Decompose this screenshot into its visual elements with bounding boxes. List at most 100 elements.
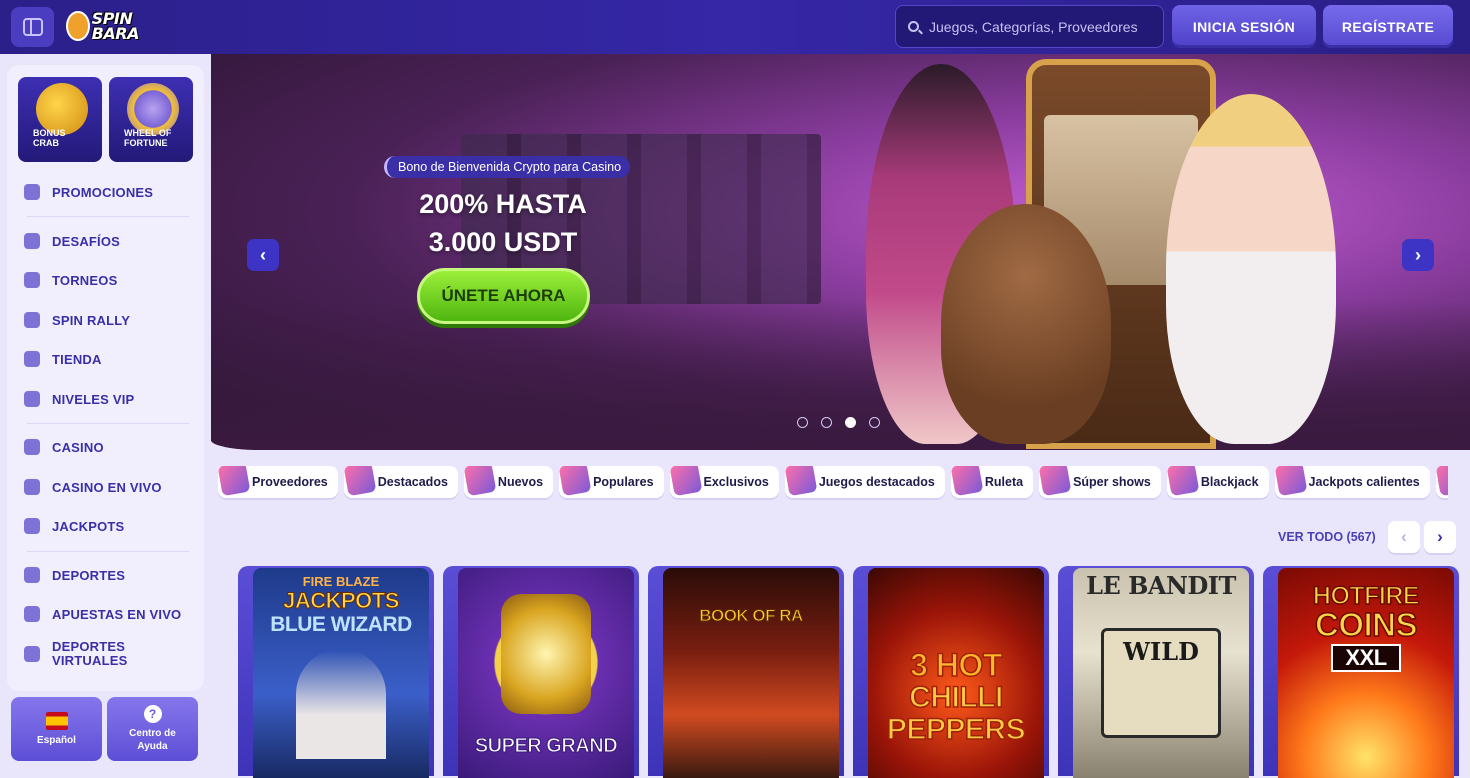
microphone-icon [1038,466,1072,497]
category-bar: Proveedores Destacados Nuevos Populares … [218,466,1448,500]
challenge-icon [24,233,40,249]
game-thumbnail: FIRE BLAZE JACKPOTS BLUE WIZARD [253,568,429,778]
slots-icon [1435,466,1448,497]
chip-icon [784,466,818,497]
lightning-icon [463,466,497,497]
crown-icon [343,466,377,497]
roulette-icon [950,466,984,497]
game-thumbnail: 3 HOT CHILLI PEPPERS [868,568,1044,778]
game-thumbnail: SUPER GRAND [458,568,634,778]
sidebar-toggle-button[interactable] [11,7,54,47]
carousel-dot[interactable] [821,417,832,428]
games-next-button[interactable]: › [1424,521,1456,553]
category-super-shows[interactable]: Súper shows [1038,466,1161,498]
fire-icon [558,466,592,497]
help-center-button[interactable]: ? Centro de Ayuda [107,697,198,761]
sidebar-item-jackpots[interactable]: JACKPOTS [24,518,124,534]
sidebar-item-tienda[interactable]: TIENDA [24,351,102,367]
sidebar-item-casino[interactable]: CASINO [24,439,104,455]
search-icon [908,21,919,32]
game-card[interactable]: 3 HOT CHILLI PEPPERS [853,566,1049,778]
train-illustration [501,594,591,714]
logo-text: SPIN BARA [91,9,140,43]
divider [27,216,189,217]
search-placeholder: Juegos, Categorías, Proveedores [929,18,1138,35]
trophy-icon [24,272,40,288]
category-nuevos[interactable]: Nuevos [463,466,554,498]
help-icon: ? [143,705,162,723]
category-blackjack[interactable]: Blackjack [1166,466,1269,498]
tile-label: WHEEL OF FORTUNE [124,128,172,148]
carousel-dot[interactable] [797,417,808,428]
sidebar: BONUS CRAB WHEEL OF FORTUNE PROMOCIONES DE… [7,65,204,691]
bonus-crab-tile[interactable]: BONUS CRAB [18,77,102,162]
chevron-right-icon: › [1415,244,1421,265]
chevron-right-icon: › [1437,527,1443,546]
sidebar-item-niveles-vip[interactable]: NIVELES VIP [24,391,134,407]
logo[interactable]: SPIN BARA [66,6,162,46]
divider [27,551,189,552]
game-card[interactable]: BOOK OF RA [648,566,844,778]
hero-prev-button[interactable]: ‹ [247,239,279,271]
game-card[interactable]: SUPER GRAND [443,566,639,778]
chip-icon [24,479,40,495]
wheel-of-fortune-tile[interactable]: WHEEL OF FORTUNE [109,77,193,162]
game-thumbnail: HOTFIRE COINS XXL [1278,568,1454,778]
game-thumbnail: LE BANDIT WILD [1073,568,1249,778]
game-card[interactable]: LE BANDIT WILD [1058,566,1254,778]
game-thumbnail: BOOK OF RA [663,568,839,778]
cards-icon [1166,466,1200,497]
search-input[interactable]: Juegos, Categorías, Proveedores [895,5,1164,48]
sidebar-item-casino-en-vivo[interactable]: CASINO EN VIVO [24,479,162,495]
flag-icon [24,312,40,328]
sidebar-item-torneos[interactable]: TORNEOS [24,272,117,288]
hero-title: 200% HASTA 3.000 USDT [419,189,587,257]
sidebar-item-deportes-virtuales[interactable]: DEPORTES VIRTUALES [24,640,127,668]
carousel-dots [797,417,880,428]
category-more[interactable] [1435,466,1448,498]
sidebar-item-apuestas-en-vivo[interactable]: APUESTAS EN VIVO [24,606,181,622]
shop-icon [24,351,40,367]
game-card[interactable]: HOTFIRE COINS XXL [1263,566,1459,778]
sidebar-item-desafios[interactable]: DESAFÍOS [24,233,120,249]
sidebar-toggle-icon [22,18,43,36]
category-destacados[interactable]: Destacados [343,466,458,498]
sidebar-item-promociones[interactable]: PROMOCIONES [24,184,153,200]
providers-icon [218,466,251,497]
category-jackpots-calientes[interactable]: Jackpots calientes [1274,466,1430,498]
capybara-illustration [941,204,1111,444]
jackpot-icon [24,518,40,534]
hero-next-button[interactable]: › [1402,239,1434,271]
capybara-logo-icon [66,11,90,41]
live-icon [24,606,40,622]
chevron-left-icon: ‹ [260,244,266,265]
virtual-sports-icon [24,646,40,662]
tile-label: BONUS CRAB [33,128,66,148]
category-proveedores[interactable]: Proveedores [218,466,338,498]
category-ruleta[interactable]: Ruleta [950,466,1034,498]
crown-icon [24,391,40,407]
jackpot-icon [1274,466,1307,497]
carousel-dot-active[interactable] [845,417,856,428]
wanted-poster-illustration: WILD [1101,628,1221,738]
register-button[interactable]: REGÍSTRATE [1323,5,1453,48]
carousel-dot[interactable] [869,417,880,428]
gift-icon [24,184,40,200]
category-exclusivos[interactable]: Exclusivos [669,466,779,498]
sidebar-item-spin-rally[interactable]: SPIN RALLY [24,312,130,328]
diamond-icon [669,466,702,497]
games-prev-button[interactable]: ‹ [1388,521,1420,553]
join-now-button[interactable]: ÚNETE AHORA [417,268,590,324]
character-illustration [1166,94,1336,444]
login-button[interactable]: INICIA SESIÓN [1172,5,1316,48]
sidebar-item-deportes[interactable]: DEPORTES [24,567,125,583]
top-header: SPIN BARA Juegos, Categorías, Proveedore… [0,0,1470,54]
wizard-illustration [296,649,386,759]
view-all-link[interactable]: VER TODO (567) [1278,530,1376,544]
category-populares[interactable]: Populares [558,466,664,498]
language-button[interactable]: Español [11,697,102,761]
ball-icon [24,567,40,583]
spain-flag-icon [45,711,68,730]
category-juegos-destacados[interactable]: Juegos destacados [784,466,945,498]
game-card[interactable]: FIRE BLAZE JACKPOTS BLUE WIZARD [238,566,434,778]
